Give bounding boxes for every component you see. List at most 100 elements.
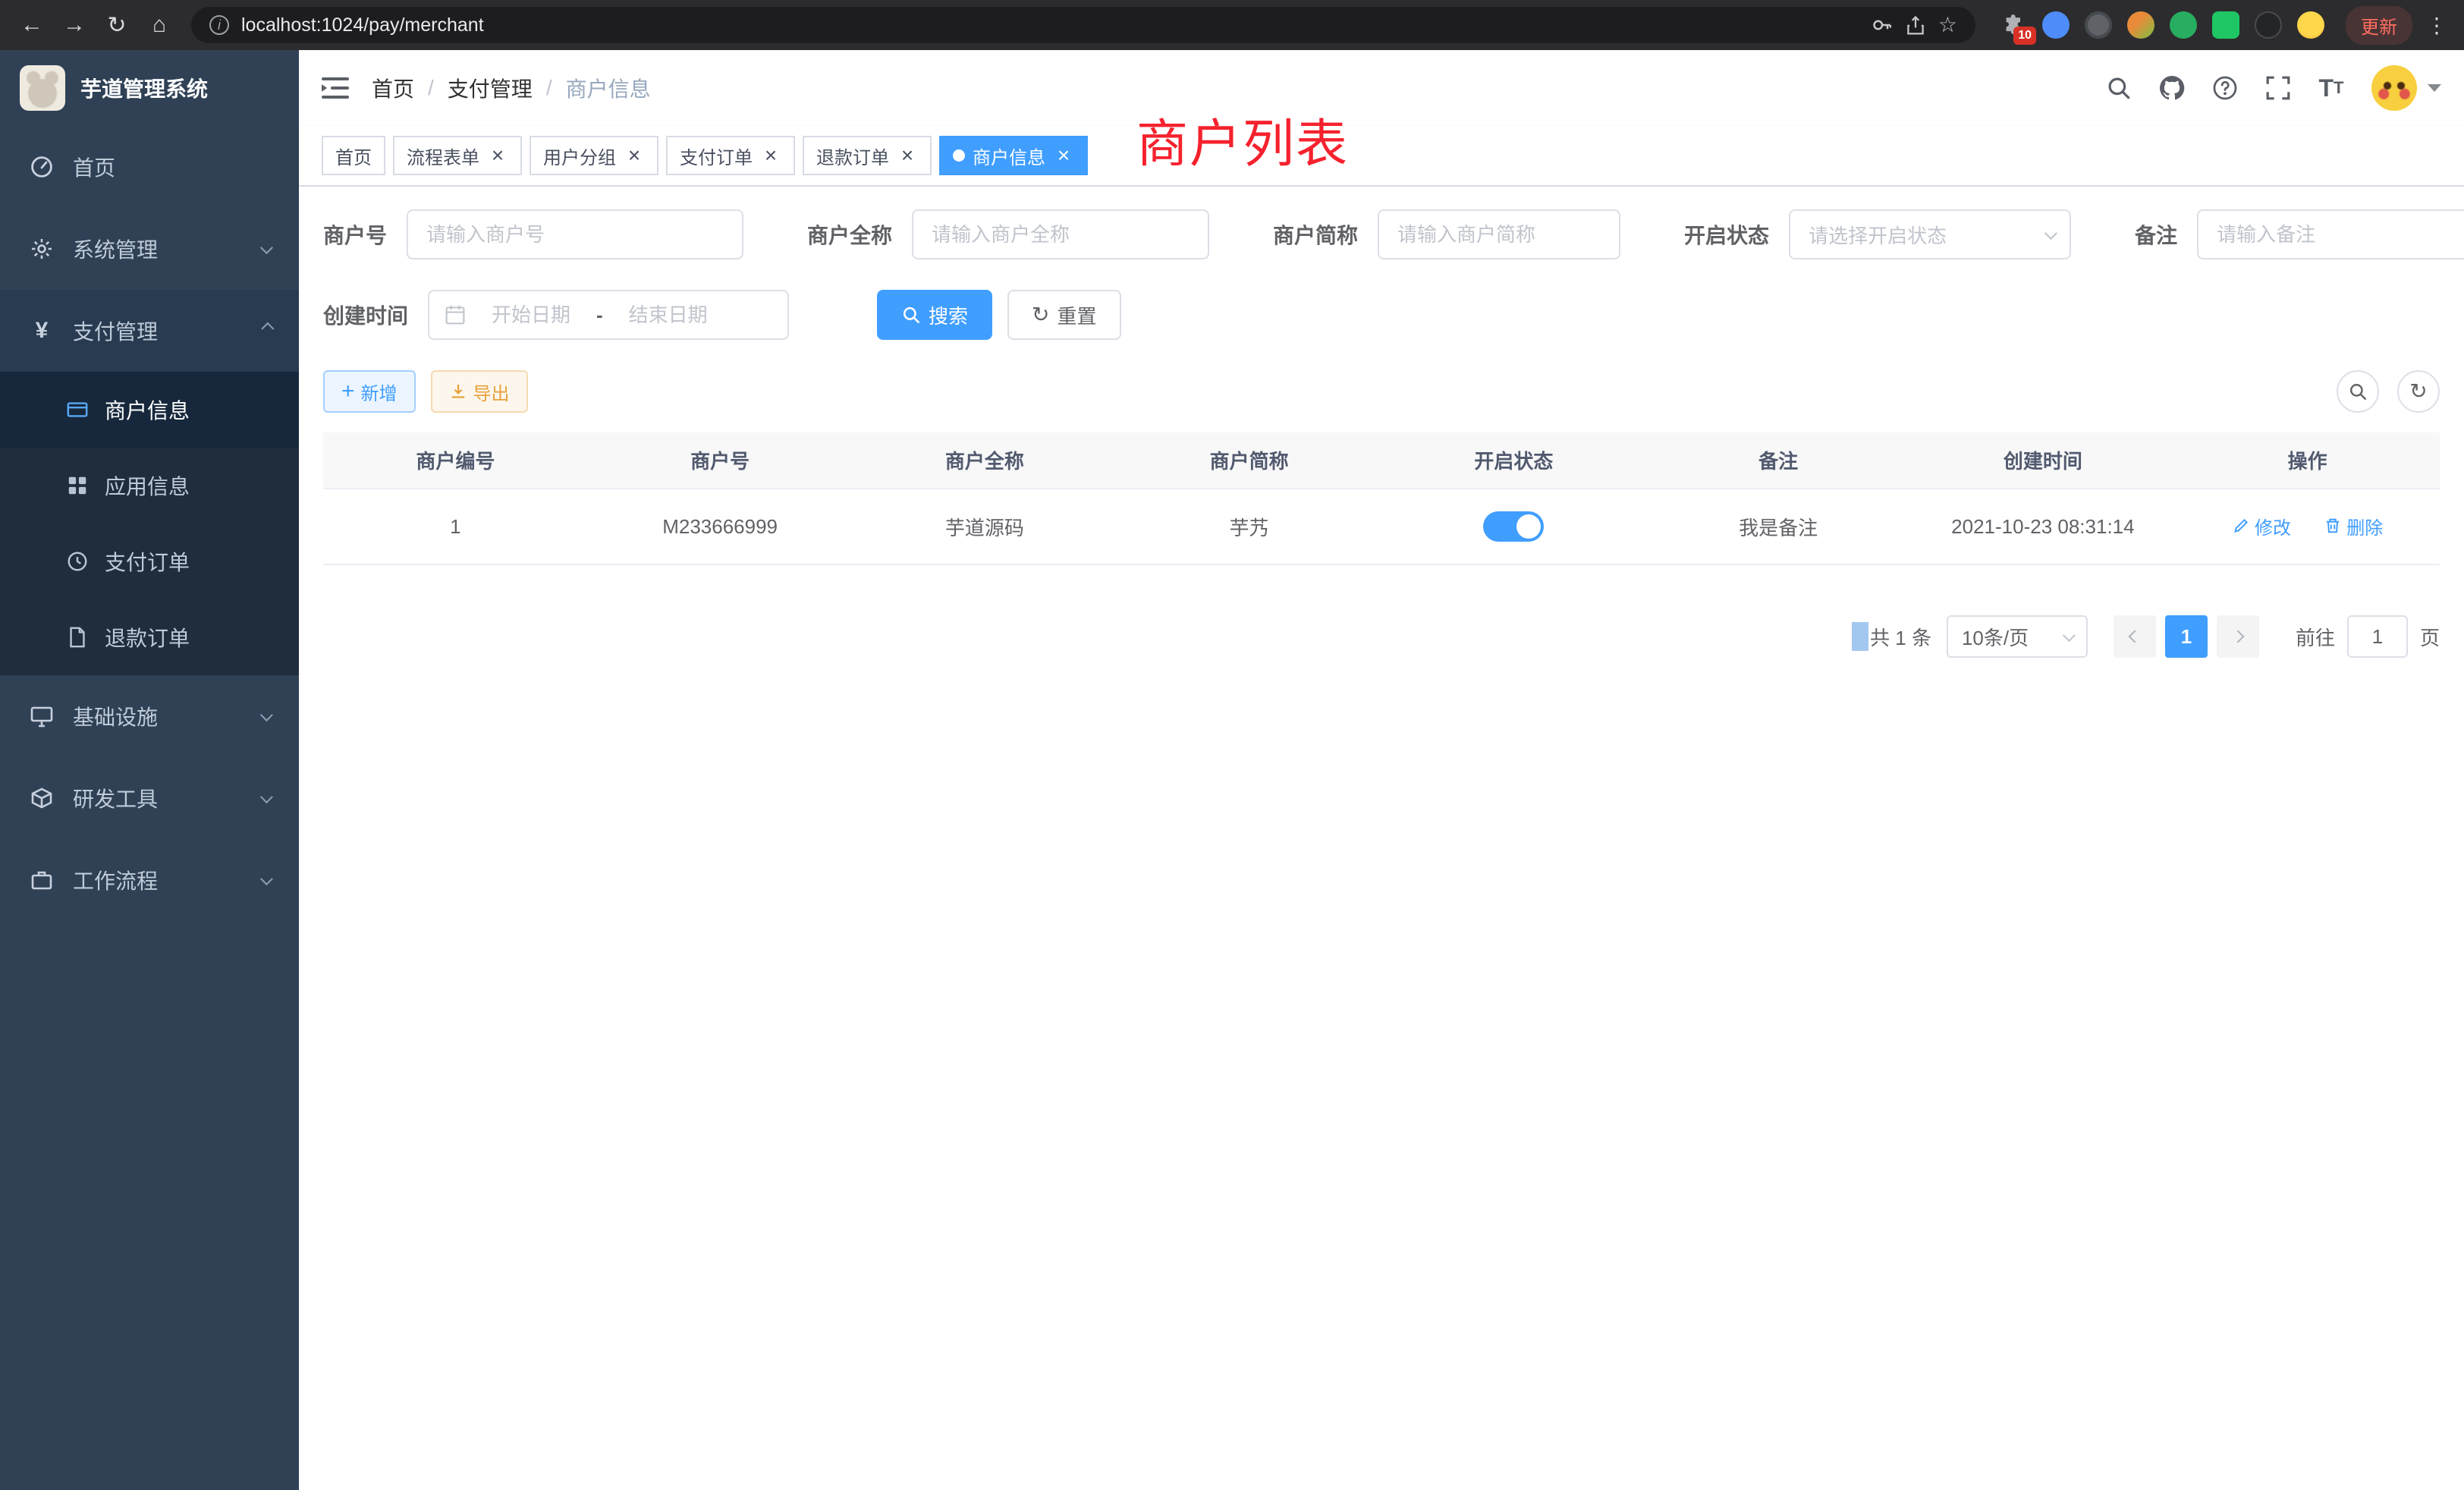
tab-home[interactable]: 首页 (322, 136, 385, 175)
start-date-input[interactable] (475, 303, 587, 327)
create-time-range-picker[interactable]: - (428, 290, 789, 340)
reset-button[interactable]: ↻ 重置 (1007, 290, 1120, 340)
edit-button[interactable]: 修改 (2232, 513, 2291, 539)
goto-page-input[interactable] (2347, 615, 2408, 658)
breadcrumb-payment[interactable]: 支付管理 (448, 73, 533, 103)
filter-full-name: 商户全称 (807, 209, 1209, 259)
extensions-puzzle-icon[interactable]: 10 (2000, 11, 2027, 39)
sidebar-item-label: 工作流程 (73, 865, 158, 895)
chevron-up-icon (261, 322, 274, 335)
extension-blue-icon[interactable] (2042, 11, 2070, 39)
filter-status: 开启状态 请选择开启状态 (1684, 209, 2071, 259)
cell-full-name: 芋道源码 (853, 489, 1117, 564)
tab-label: 退款订单 (816, 143, 889, 169)
sidebar-item-app-info[interactable]: 应用信息 (0, 448, 299, 523)
toggle-search-button[interactable] (2337, 370, 2379, 413)
extension-avatar-icon[interactable] (2127, 11, 2154, 39)
sidebar-item-label: 支付管理 (73, 316, 158, 346)
refresh-icon: ↻ (2409, 381, 2427, 402)
sidebar-item-system[interactable]: 系统管理 (0, 208, 299, 290)
end-date-input[interactable] (612, 303, 724, 327)
goto-label: 前往 (2296, 623, 2335, 651)
tab-merchant-info[interactable]: 商户信息 × (939, 136, 1088, 175)
merchant-no-input[interactable] (407, 209, 743, 259)
toggle-knob (1516, 514, 1541, 539)
dashboard-icon (29, 155, 55, 179)
delete-button[interactable]: 删除 (2324, 513, 2383, 539)
status-toggle[interactable] (1483, 511, 1544, 542)
chevron-left-icon (2128, 630, 2141, 643)
sidebar-item-infrastructure[interactable]: 基础设施 (0, 675, 299, 757)
chevron-down-icon (260, 872, 273, 885)
url-bar[interactable]: i localhost:1024/pay/merchant ☆ (191, 7, 1975, 43)
sidebar-item-workflow[interactable]: 工作流程 (0, 839, 299, 921)
tab-process-form[interactable]: 流程表单 × (393, 136, 522, 175)
prev-page-button[interactable] (2114, 615, 2156, 658)
reload-icon[interactable]: ↻ (97, 5, 137, 45)
extension-paw-icon[interactable] (2255, 11, 2282, 39)
export-button[interactable]: 导出 (431, 370, 528, 413)
search-button[interactable]: 搜索 (877, 290, 992, 340)
bookmark-star-icon[interactable]: ☆ (1938, 14, 1957, 36)
tab-label: 流程表单 (407, 143, 479, 169)
remark-input[interactable] (2197, 209, 2464, 259)
sidebar-item-devtools[interactable]: 研发工具 (0, 757, 299, 839)
close-icon[interactable]: × (1053, 145, 1074, 166)
active-dot (953, 149, 965, 162)
extension-green-icon[interactable] (2170, 11, 2197, 39)
browser-update-button[interactable]: 更新 (2346, 6, 2412, 45)
full-name-input[interactable] (912, 209, 1209, 259)
grid-icon (65, 474, 90, 497)
page-1-button[interactable]: 1 (2165, 615, 2208, 658)
tab-label: 首页 (335, 143, 372, 169)
extension-dark-icon[interactable] (2085, 11, 2112, 39)
fullscreen-icon[interactable] (2253, 50, 2303, 126)
total-prefix: 共 (1870, 627, 1890, 649)
search-button-label: 搜索 (929, 301, 968, 329)
close-icon[interactable]: × (624, 145, 645, 166)
topbar-actions: TT (2094, 50, 2441, 126)
home-icon[interactable]: ⌂ (140, 5, 179, 45)
page-unit-label: 页 (2420, 623, 2440, 651)
close-icon[interactable]: × (760, 145, 781, 166)
refresh-table-button[interactable]: ↻ (2397, 370, 2440, 413)
browser-menu-icon[interactable]: ⋮ (2422, 13, 2452, 38)
site-info-icon[interactable]: i (209, 15, 229, 35)
breadcrumb: 首页 / 支付管理 / 商户信息 (372, 73, 651, 103)
app-logo[interactable]: 芋道管理系统 (0, 50, 299, 126)
profile-avatar-icon[interactable] (2297, 11, 2324, 39)
short-name-input[interactable] (1378, 209, 1620, 259)
close-icon[interactable]: × (897, 145, 918, 166)
forward-icon[interactable]: → (55, 5, 94, 45)
extensions-badge: 10 (2013, 27, 2036, 45)
merchant-no-label: 商户号 (323, 219, 387, 250)
sidebar-item-payment[interactable]: ¥ 支付管理 (0, 290, 299, 372)
tab-user-group[interactable]: 用户分组 × (530, 136, 658, 175)
sidebar-item-merchant-info[interactable]: 商户信息 (0, 372, 299, 448)
sidebar-item-home[interactable]: 首页 (0, 126, 299, 208)
tab-refund-order[interactable]: 退款订单 × (803, 136, 932, 175)
add-button[interactable]: + 新增 (323, 370, 416, 413)
share-icon[interactable] (1905, 14, 1926, 36)
back-icon[interactable]: ← (12, 5, 52, 45)
add-button-label: 新增 (361, 379, 398, 405)
sidebar-toggle-icon[interactable] (322, 77, 349, 99)
close-icon[interactable]: × (487, 145, 508, 166)
sidebar-item-refund-order[interactable]: 退款订单 (0, 599, 299, 675)
edit-button-label: 修改 (2255, 513, 2291, 539)
user-menu[interactable] (2371, 65, 2441, 111)
status-select[interactable]: 请选择开启状态 (1789, 209, 2071, 259)
help-icon[interactable] (2200, 50, 2250, 126)
next-page-button[interactable] (2217, 615, 2259, 658)
github-icon[interactable] (2147, 50, 2197, 126)
sidebar-item-pay-order[interactable]: 支付订单 (0, 523, 299, 599)
breadcrumb-home[interactable]: 首页 (372, 73, 414, 103)
selection-artifact (1852, 622, 1868, 651)
extension-notes-icon[interactable] (2212, 11, 2239, 39)
page-size-select[interactable]: 10条/页 (1947, 615, 2088, 658)
tab-pay-order[interactable]: 支付订单 × (666, 136, 795, 175)
font-size-icon[interactable]: TT (2306, 50, 2356, 126)
search-icon[interactable] (2094, 50, 2144, 126)
export-button-label: 导出 (473, 379, 510, 405)
password-key-icon[interactable] (1872, 14, 1893, 36)
